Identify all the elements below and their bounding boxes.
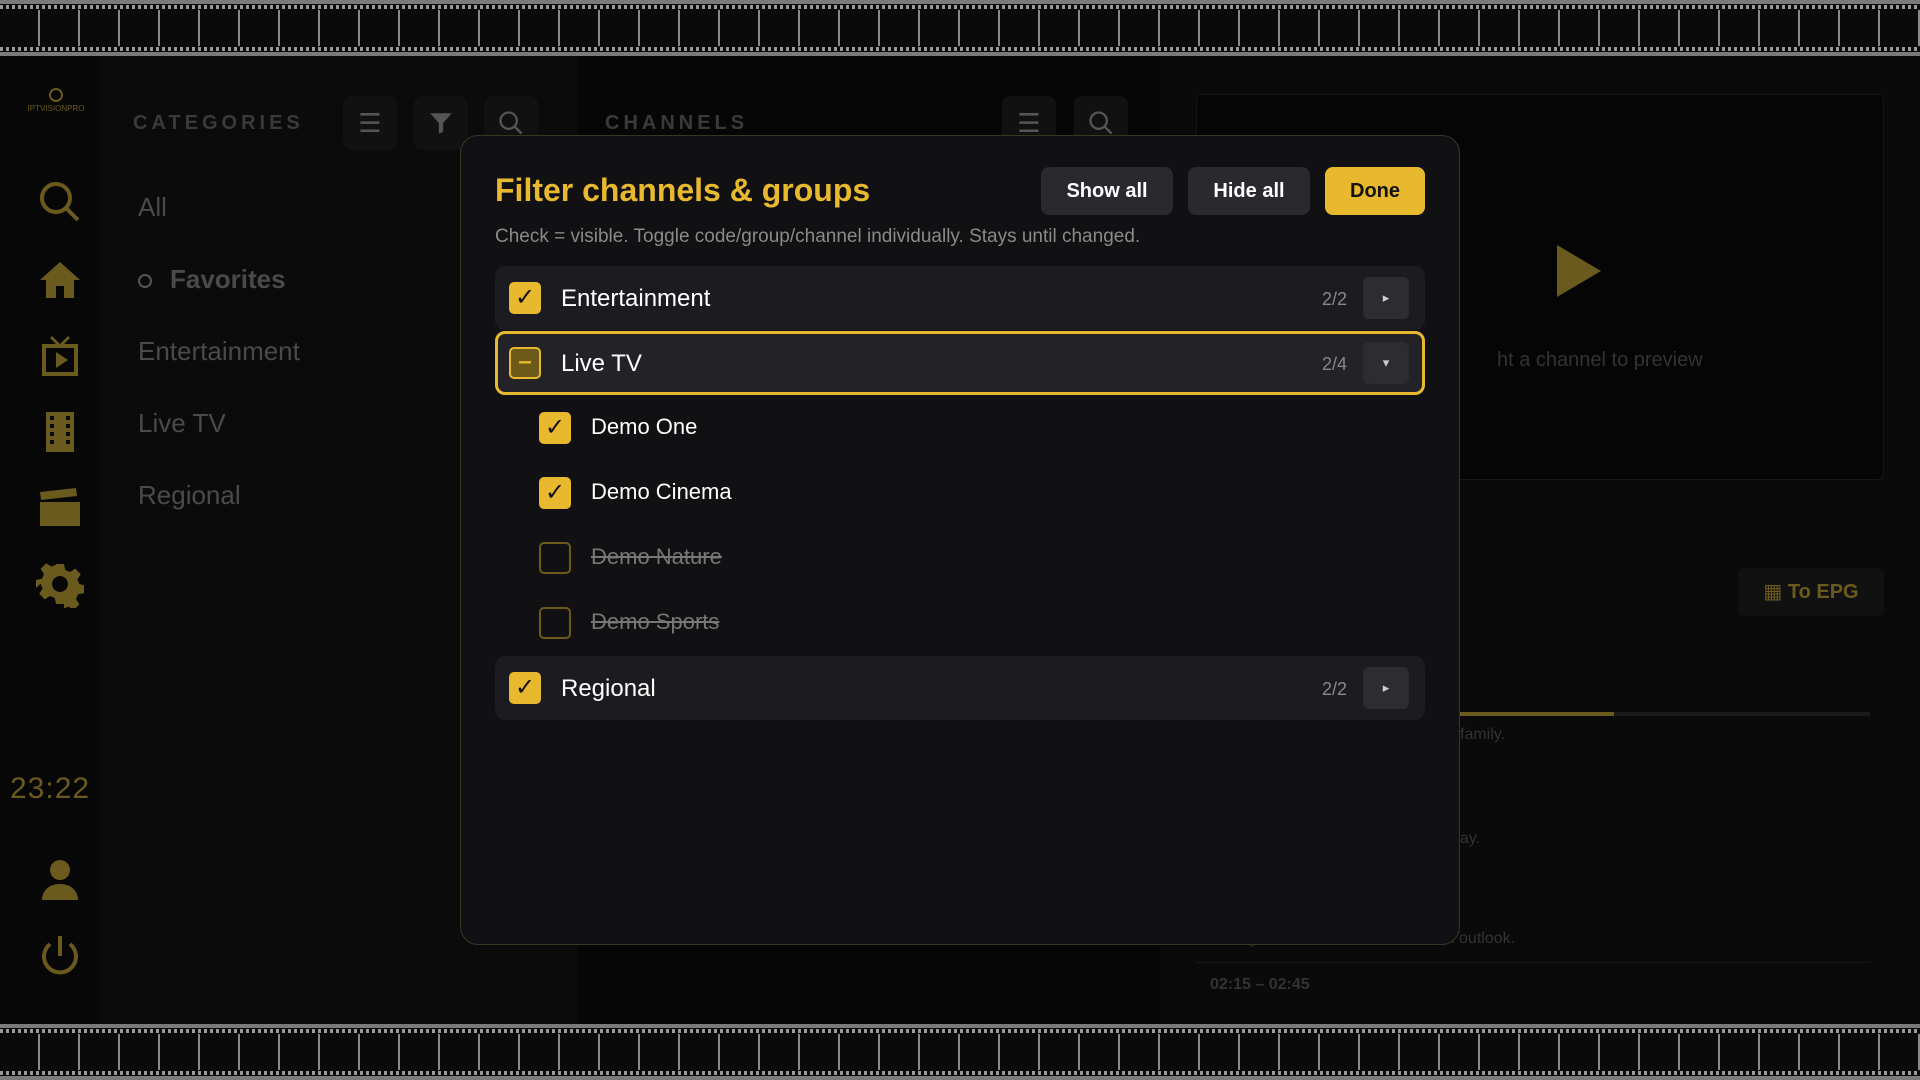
channel-row-demo-one[interactable]: ✓ Demo One (539, 396, 1425, 460)
category-item-entertainment[interactable]: Entertainment (138, 336, 300, 367)
sidebar: IPTVISIONPRO 23:22 (0, 56, 100, 1024)
hide-all-button[interactable]: Hide all (1188, 167, 1310, 215)
category-item-favorites-label: Favorites (170, 264, 286, 294)
checkmark-icon: ✓ (544, 479, 566, 506)
channel-checkbox[interactable]: ✓ (539, 477, 571, 509)
category-item-favorites[interactable]: Favorites (138, 264, 286, 295)
epg-description-2: ay. (1460, 830, 1481, 847)
group-count: 2/2 (1321, 289, 1347, 309)
channel-label: Demo Cinema (591, 479, 732, 504)
live-tv-icon[interactable] (36, 332, 84, 380)
channel-checkbox[interactable] (539, 607, 571, 639)
group-label: Regional (561, 675, 656, 702)
filmstrip-bottom-border (0, 1024, 1920, 1080)
category-item-live-tv[interactable]: Live TV (138, 408, 226, 439)
film-icon[interactable] (36, 408, 84, 456)
channel-row-demo-nature[interactable]: Demo Nature (539, 526, 1425, 590)
checkmark-icon: ✓ (514, 284, 536, 311)
channel-checkbox[interactable] (539, 542, 571, 574)
filter-icon[interactable] (414, 96, 468, 150)
to-epg-button[interactable]: ▦ To EPG (1738, 568, 1884, 616)
user-icon[interactable] (36, 856, 84, 904)
epg-description-1: family. (1460, 726, 1506, 743)
channel-label: Demo Sports (591, 609, 720, 634)
epg-time: 02:15 – 02:45 (1210, 976, 1310, 993)
group-row-live-tv[interactable]: – Live TV 2/4 ▾ (495, 331, 1425, 395)
show-all-button[interactable]: Show all (1041, 167, 1173, 215)
modal-subtitle: Check = visible. Toggle code/group/chann… (495, 226, 1141, 247)
search-icon[interactable] (36, 178, 84, 226)
app-logo: IPTVISIONPRO (20, 88, 92, 116)
settings-gear-icon[interactable] (36, 560, 84, 610)
favorites-dot-icon (138, 274, 152, 289)
checkmark-icon: ✓ (544, 414, 566, 441)
channel-row-demo-cinema[interactable]: ✓ Demo Cinema (539, 461, 1425, 525)
clock: 23:22 (10, 772, 91, 805)
group-checkbox-live-tv[interactable]: – (509, 347, 541, 379)
filmstrip-top-border (0, 0, 1920, 56)
group-count: 2/4 (1321, 354, 1347, 374)
category-item-all[interactable]: All (138, 192, 167, 223)
checkmark-icon: ✓ (514, 674, 536, 701)
clapperboard-icon[interactable] (36, 484, 84, 532)
group-count: 2/2 (1321, 679, 1347, 699)
logo-text: IPTVISIONPRO (27, 104, 85, 113)
preview-hint: ht a channel to preview (1497, 349, 1703, 371)
channel-checkbox[interactable]: ✓ (539, 412, 571, 444)
group-row-regional[interactable]: ✓ Regional 2/2 ▸ (495, 656, 1425, 720)
group-checkbox-regional[interactable]: ✓ (509, 672, 541, 704)
expand-arrow-icon[interactable]: ▸ (1363, 277, 1409, 319)
group-label: Live TV (561, 350, 642, 377)
expand-arrow-icon[interactable]: ▸ (1363, 667, 1409, 709)
channel-row-demo-sports[interactable]: Demo Sports (539, 591, 1425, 655)
home-icon[interactable] (36, 256, 84, 304)
done-button[interactable]: Done (1325, 167, 1425, 215)
modal-title: Filter channels & groups (495, 172, 871, 208)
category-item-regional[interactable]: Regional (138, 480, 241, 511)
collapse-arrow-icon[interactable]: ▾ (1363, 342, 1409, 384)
power-icon[interactable] (36, 932, 84, 980)
categories-header: CATEGORIES (133, 112, 304, 134)
channel-label: Demo Nature (591, 544, 722, 569)
menu-icon[interactable]: ☰ (343, 96, 397, 150)
group-label: Entertainment (561, 285, 711, 312)
partial-mark-icon: – (518, 348, 532, 375)
group-checkbox-entertainment[interactable]: ✓ (509, 282, 541, 314)
play-icon (1557, 245, 1601, 297)
group-row-entertainment[interactable]: ✓ Entertainment 2/2 ▸ (495, 266, 1425, 330)
channels-header: CHANNELS (605, 112, 749, 134)
channel-label: Demo One (591, 414, 698, 439)
filter-modal: Filter channels & groups Show all Hide a… (460, 135, 1460, 945)
